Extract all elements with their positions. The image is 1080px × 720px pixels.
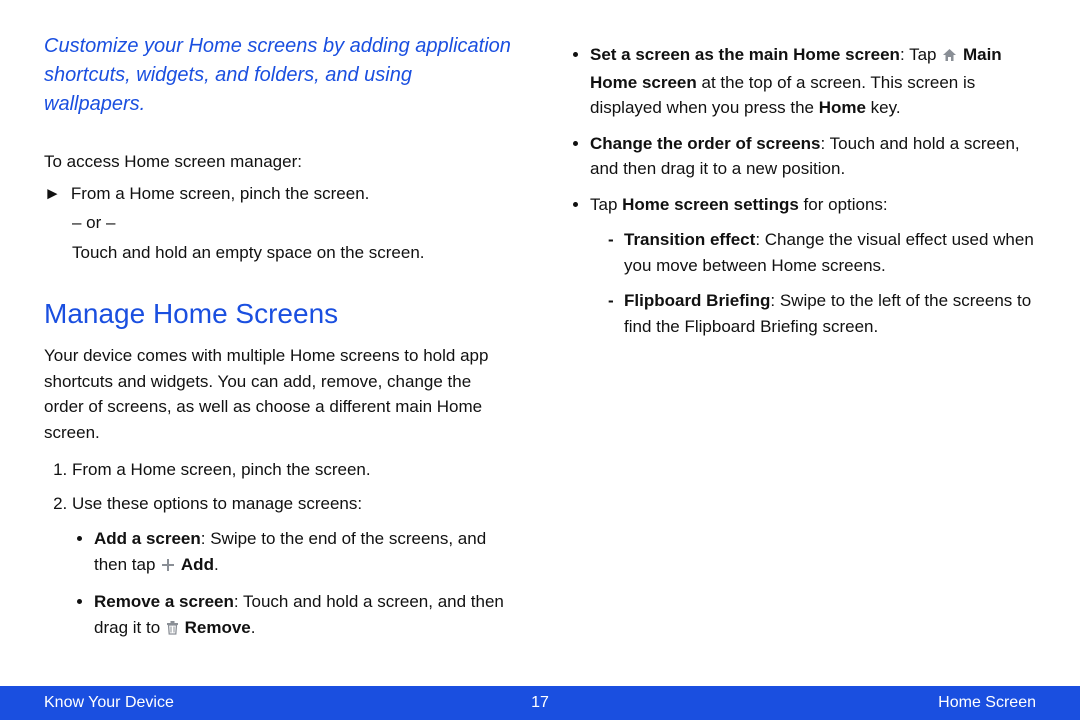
option-change-order: Change the order of screens: Touch and h…	[590, 131, 1036, 182]
page-body: Customize your Home screens by adding ap…	[0, 0, 1080, 680]
steps-list: From a Home screen, pinch the screen. Us…	[44, 457, 512, 642]
option-remove: Remove a screen: Touch and hold a screen…	[94, 589, 512, 642]
flipboard-label: Flipboard Briefing	[624, 291, 770, 310]
plus-icon	[161, 554, 175, 580]
set-main-tail: key.	[866, 98, 901, 117]
option-settings: Tap Home screen settings for options: Tr…	[590, 192, 1036, 340]
right-options: Set a screen as the main Home screen: Ta…	[568, 42, 1036, 339]
right-column: Set a screen as the main Home screen: Ta…	[568, 32, 1036, 680]
step-2: Use these options to manage screens: Add…	[72, 491, 512, 643]
access-alt: Touch and hold an empty space on the scr…	[72, 240, 512, 266]
option-remove-after: .	[251, 618, 256, 637]
footer-left: Know Your Device	[44, 691, 174, 715]
settings-bold: Home screen settings	[622, 195, 799, 214]
option-remove-label: Remove a screen	[94, 592, 234, 611]
set-main-homekey: Home	[819, 98, 866, 117]
access-or: – or –	[72, 210, 512, 236]
step-2-options: Add a screen: Swipe to the end of the sc…	[72, 526, 512, 642]
set-main-mid1: : Tap	[900, 45, 941, 64]
set-main-label: Set a screen as the main Home screen	[590, 45, 900, 64]
section-title: Manage Home Screens	[44, 293, 512, 335]
sub-transition: Transition effect: Change the visual eff…	[608, 227, 1036, 278]
step-1: From a Home screen, pinch the screen.	[72, 457, 512, 483]
option-remove-iconword: Remove	[185, 618, 251, 637]
footer-page-number: 17	[531, 691, 549, 715]
option-add: Add a screen: Swipe to the end of the sc…	[94, 526, 512, 579]
option-add-after: .	[214, 555, 219, 574]
home-icon	[942, 44, 957, 70]
access-step-text: From a Home screen, pinch the screen.	[71, 181, 370, 207]
left-column: Customize your Home screens by adding ap…	[44, 32, 512, 680]
step-2-text: Use these options to manage screens:	[72, 494, 362, 513]
intro-text: Customize your Home screens by adding ap…	[44, 32, 512, 119]
trash-icon	[166, 617, 179, 643]
section-para: Your device comes with multiple Home scr…	[44, 343, 512, 445]
option-set-main: Set a screen as the main Home screen: Ta…	[590, 42, 1036, 121]
sub-flipboard: Flipboard Briefing: Swipe to the left of…	[608, 288, 1036, 339]
footer-right: Home Screen	[938, 691, 1036, 715]
settings-sublist: Transition effect: Change the visual eff…	[590, 227, 1036, 339]
option-add-label: Add a screen	[94, 529, 201, 548]
access-step: ► From a Home screen, pinch the screen.	[44, 181, 512, 207]
transition-label: Transition effect	[624, 230, 755, 249]
access-lead: To access Home screen manager:	[44, 149, 512, 175]
play-icon: ►	[44, 181, 61, 207]
settings-lead1: Tap	[590, 195, 622, 214]
footer-bar: Know Your Device 17 Home Screen	[0, 686, 1080, 720]
settings-lead2: for options:	[799, 195, 888, 214]
option-add-iconword: Add	[181, 555, 214, 574]
order-label: Change the order of screens	[590, 134, 821, 153]
